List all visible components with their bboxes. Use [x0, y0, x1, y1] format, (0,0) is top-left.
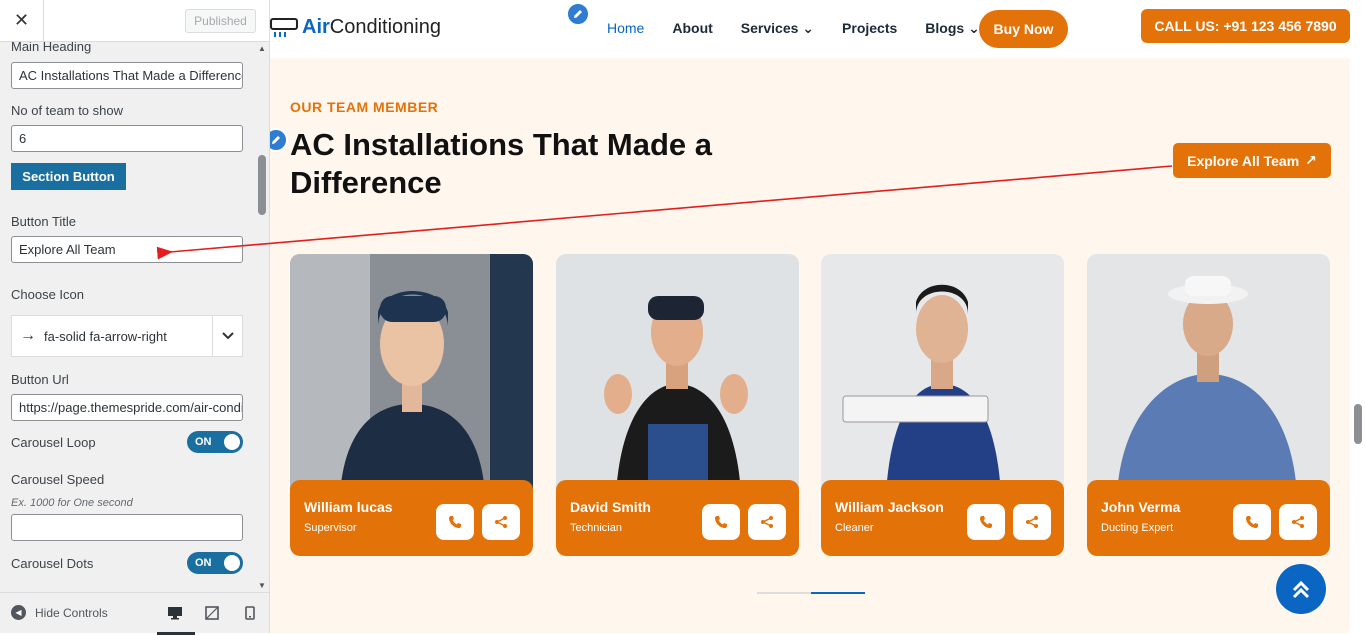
button-title-label: Button Title	[11, 214, 77, 229]
share-icon[interactable]	[482, 504, 520, 540]
buy-now-button[interactable]: Buy Now	[979, 10, 1068, 48]
desktop-preview-icon[interactable]	[157, 603, 195, 635]
explore-all-team-button[interactable]: Explore All Team ↗	[1173, 143, 1331, 178]
team-member-role: Supervisor	[304, 522, 357, 534]
team-member-name: William Jackson	[835, 499, 944, 515]
hide-controls-label: Hide Controls	[35, 605, 108, 620]
team-count-label: No of team to show	[11, 103, 123, 118]
button-title-input[interactable]: Explore All Team	[11, 236, 243, 263]
team-card-info: David Smith Technician	[556, 480, 799, 556]
team-card[interactable]: David Smith Technician	[556, 254, 799, 556]
carousel-dots[interactable]	[757, 592, 865, 594]
scrollbar-thumb[interactable]	[1354, 404, 1362, 444]
team-card[interactable]: John Verma Ducting Expert	[1087, 254, 1330, 556]
button-url-label: Button Url	[11, 372, 69, 387]
carousel-loop-state: ON	[195, 436, 212, 448]
hide-controls-button[interactable]: ◀ Hide Controls	[11, 605, 108, 620]
main-heading-label: Main Heading	[11, 42, 92, 54]
team-member-photo	[290, 254, 533, 494]
phone-icon[interactable]	[967, 504, 1005, 540]
sidebar-scrollbar[interactable]: ▲ ▼	[256, 42, 269, 592]
customizer-footer: ◀ Hide Controls	[0, 592, 269, 635]
published-button[interactable]: Published	[185, 9, 256, 33]
team-count-input[interactable]: 6	[11, 125, 243, 152]
phone-icon[interactable]	[702, 504, 740, 540]
scroll-down-icon[interactable]: ▼	[258, 581, 266, 590]
carousel-dot-active[interactable]	[811, 592, 865, 594]
team-card-info: William Jackson Cleaner	[821, 480, 1064, 556]
phone-icon[interactable]	[436, 504, 474, 540]
tablet-preview-icon[interactable]	[202, 603, 222, 623]
carousel-speed-hint: Ex. 1000 for One second	[11, 497, 133, 509]
toggle-knob	[224, 555, 240, 571]
site-logo[interactable]: AirConditioning	[270, 16, 441, 39]
team-member-photo	[1087, 254, 1330, 494]
preview-scrollbar[interactable]	[1350, 0, 1366, 633]
chevron-down-icon[interactable]	[212, 316, 242, 356]
team-member-role: Ducting Expert	[1101, 522, 1174, 534]
button-url-input[interactable]: https://page.themespride.com/air-conditi…	[11, 394, 243, 421]
customizer-controls: Main Heading AC Installations That Made …	[0, 42, 256, 592]
share-icon[interactable]	[748, 504, 786, 540]
carousel-dots-toggle[interactable]: ON	[187, 552, 243, 574]
section-heading: AC Installations That Made a Difference	[290, 127, 713, 200]
team-member-name: William lucas	[304, 499, 393, 515]
carousel-loop-label: Carousel Loop	[11, 435, 96, 450]
carousel-speed-label: Carousel Speed	[11, 472, 105, 487]
section-eyebrow: OUR TEAM MEMBER	[290, 99, 439, 115]
share-icon[interactable]	[1279, 504, 1317, 540]
site-logo-text: AirConditioning	[302, 16, 441, 38]
menu-item-about[interactable]: About	[672, 20, 712, 37]
team-member-role: Technician	[570, 522, 622, 534]
double-chevron-up-icon	[1292, 580, 1310, 599]
team-member-photo	[821, 254, 1064, 494]
scrollbar-thumb[interactable]	[258, 155, 266, 215]
menu-item-projects[interactable]: Projects	[842, 20, 897, 37]
choose-icon-label: Choose Icon	[11, 287, 84, 302]
team-card-info: William lucas Supervisor	[290, 480, 533, 556]
collapse-icon: ◀	[11, 605, 26, 620]
team-member-name: David Smith	[570, 499, 651, 515]
carousel-speed-input[interactable]	[11, 514, 243, 541]
team-member-role: Cleaner	[835, 522, 874, 534]
phone-icon[interactable]	[1233, 504, 1271, 540]
customizer-header: ✕ Published	[0, 0, 269, 42]
arrow-right-icon: →	[20, 327, 36, 344]
site-preview: AirConditioning Home About Services ⌄ Pr…	[270, 0, 1366, 633]
icon-select-value: fa-solid fa-arrow-right	[44, 328, 167, 344]
team-member-photo	[556, 254, 799, 494]
scroll-up-icon[interactable]: ▲	[258, 44, 266, 53]
chevron-down-icon: ⌄	[802, 20, 815, 36]
team-section: OUR TEAM MEMBER AC Installations That Ma…	[270, 58, 1350, 633]
team-member-name: John Verma	[1101, 499, 1181, 515]
site-header: AirConditioning Home About Services ⌄ Pr…	[270, 0, 1350, 58]
explore-button-label: Explore All Team	[1187, 152, 1300, 169]
team-card-info: John Verma Ducting Expert	[1087, 480, 1330, 556]
main-menu: Home About Services ⌄ Projects Blogs ⌄	[607, 20, 980, 37]
menu-item-home[interactable]: Home	[607, 20, 644, 37]
edit-shortcut-icon[interactable]	[270, 128, 288, 152]
close-icon[interactable]: ✕	[0, 0, 44, 41]
section-button-heading[interactable]: Section Button	[11, 163, 126, 190]
mobile-preview-icon[interactable]	[240, 603, 260, 623]
share-icon[interactable]	[1013, 504, 1051, 540]
icon-select[interactable]: → fa-solid fa-arrow-right	[11, 315, 243, 357]
ac-unit-icon	[270, 17, 298, 37]
toggle-knob	[224, 434, 240, 450]
menu-item-blogs[interactable]: Blogs ⌄	[925, 20, 980, 37]
team-card[interactable]: William lucas Supervisor	[290, 254, 533, 556]
carousel-dots-state: ON	[195, 557, 212, 569]
call-us-button[interactable]: CALL US: +91 123 456 7890	[1141, 9, 1350, 43]
menu-item-services[interactable]: Services ⌄	[741, 20, 814, 37]
arrow-up-right-icon: ↗	[1305, 152, 1317, 168]
scroll-to-top-button[interactable]	[1276, 564, 1326, 614]
carousel-loop-toggle[interactable]: ON	[187, 431, 243, 453]
carousel-dots-label: Carousel Dots	[11, 556, 94, 571]
customizer-sidebar: ✕ Published Main Heading AC Installation…	[0, 0, 270, 635]
team-card[interactable]: William Jackson Cleaner	[821, 254, 1064, 556]
edit-shortcut-icon[interactable]	[566, 2, 590, 26]
main-heading-input[interactable]: AC Installations That Made a Difference	[11, 62, 243, 89]
